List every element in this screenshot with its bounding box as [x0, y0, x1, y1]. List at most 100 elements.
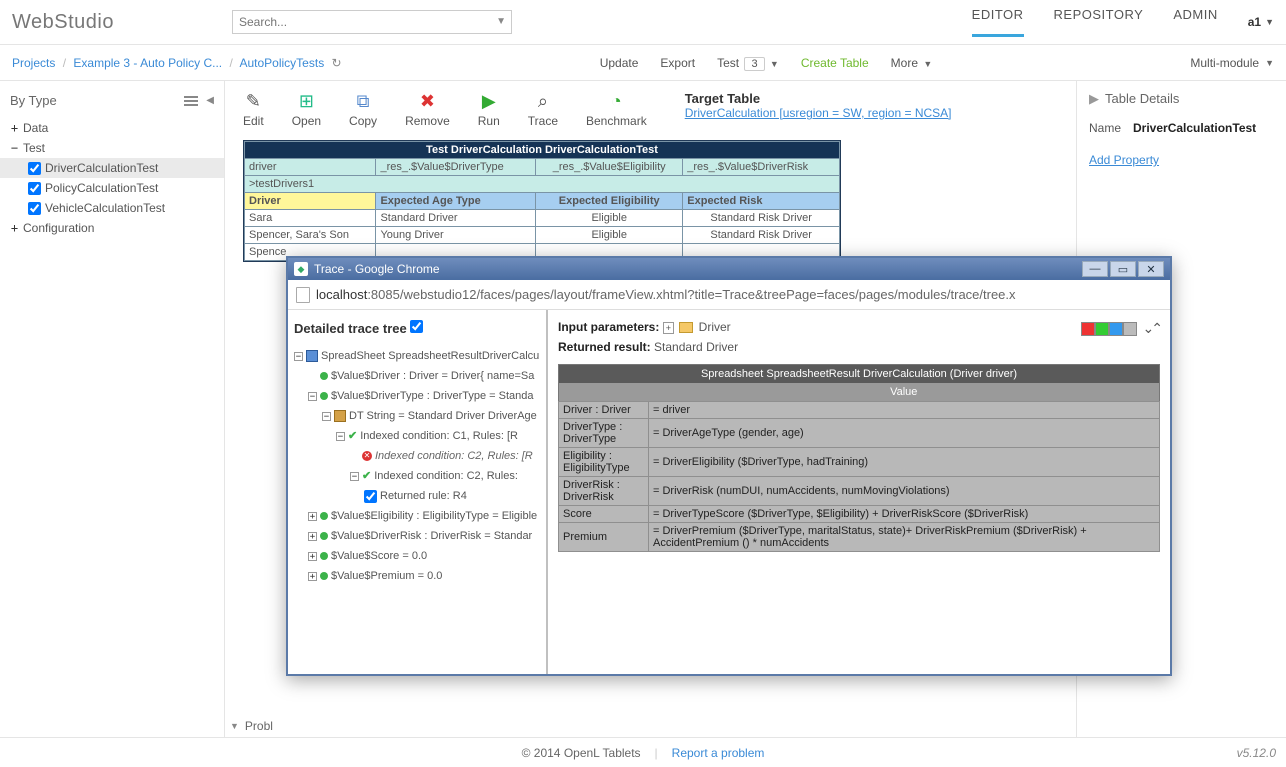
btn-label: Open — [292, 114, 321, 128]
tree-node[interactable]: Returned rule: R4 — [380, 486, 467, 506]
test-checkbox[interactable] — [28, 182, 41, 195]
btn-benchmark[interactable]: ◔Benchmark — [586, 91, 647, 128]
nav-repository[interactable]: REPOSITORY — [1054, 7, 1144, 37]
action-test[interactable]: Test 3 ▼ — [717, 56, 779, 70]
tree-label: Configuration — [23, 221, 94, 235]
btn-run[interactable]: ▶Run — [478, 91, 500, 128]
collapse-icon[interactable]: ◀ — [206, 95, 214, 106]
tree-test[interactable]: −Test — [0, 138, 224, 158]
color-gray[interactable] — [1123, 322, 1137, 336]
ss-cell: _res_.$Value$Eligibility — [536, 159, 683, 176]
crumb-sep: / — [229, 56, 232, 70]
tree-node[interactable]: Indexed condition: C2, Rules: — [374, 466, 518, 486]
minimize-button[interactable]: — — [1082, 261, 1108, 277]
target-table-label: Target Table — [685, 91, 952, 106]
collapse-icon[interactable]: ▶ — [1089, 91, 1099, 106]
tree-test-item[interactable]: VehicleCalculationTest — [0, 198, 224, 218]
tree-node[interactable]: $Value$Premium = 0.0 — [331, 566, 442, 586]
dot-green-icon — [320, 552, 328, 560]
btn-label: Edit — [243, 114, 264, 128]
ss-cell: Eligible — [536, 227, 683, 244]
detailed-checkbox[interactable] — [410, 320, 423, 333]
crumb-sep: / — [63, 56, 66, 70]
caret-down-icon: ▼ — [1265, 17, 1274, 27]
caret-down-icon: ▼ — [1265, 58, 1274, 68]
result-cell: = DriverPremium ($DriverType, maritalSta… — [649, 523, 1160, 552]
tree-node[interactable]: $Value$DriverType : DriverType = Standa — [331, 386, 533, 406]
color-blue[interactable] — [1109, 322, 1123, 336]
tree-node[interactable]: $Value$Driver : Driver = Driver{ name=Sa — [331, 366, 534, 386]
crumb-item[interactable]: AutoPolicyTests — [239, 56, 324, 70]
action-update[interactable]: Update — [600, 56, 639, 70]
expand-collapse-icons[interactable]: ⌄⌃ — [1143, 320, 1160, 337]
tree-node[interactable]: $Value$Eligibility : EligibilityType = E… — [331, 506, 537, 526]
error-icon: ✕ — [362, 451, 372, 461]
ss-cell: Standard Risk Driver — [683, 210, 840, 227]
btn-remove[interactable]: ✖ Remove — [405, 91, 450, 128]
footer-report-link[interactable]: Report a problem — [672, 746, 765, 760]
result-cell: Driver : Driver — [559, 402, 649, 419]
action-export[interactable]: Export — [660, 56, 695, 70]
popup-title: Trace - Google Chrome — [314, 262, 440, 276]
tree-config[interactable]: +Configuration — [0, 218, 224, 238]
caret-down-icon: ▼ — [770, 59, 779, 69]
nav-editor[interactable]: EDITOR — [972, 7, 1024, 37]
tree-node[interactable]: $Value$DriverRisk : DriverRisk = Standar — [331, 526, 532, 546]
test-count: 3 — [744, 57, 764, 71]
add-property-link[interactable]: Add Property — [1089, 153, 1159, 167]
problems-panel[interactable]: ▼ Probl — [230, 719, 273, 733]
multimodule-menu[interactable]: Multi-module ▼ — [1190, 56, 1274, 70]
tree-test-item[interactable]: PolicyCalculationTest — [0, 178, 224, 198]
ss-cell: Young Driver — [376, 227, 536, 244]
ss-cell: _res_.$Value$DriverType — [376, 159, 536, 176]
btn-label: Remove — [405, 114, 450, 128]
test-checkbox[interactable] — [28, 202, 41, 215]
remove-icon: ✖ — [417, 91, 437, 111]
tree-node[interactable]: Indexed condition: C1, Rules: [R — [360, 426, 518, 446]
ss-cell: >testDrivers1 — [245, 176, 840, 193]
result-title: Spreadsheet SpreadsheetResult DriverCalc… — [559, 365, 1160, 384]
crumb-project[interactable]: Example 3 - Auto Policy C... — [73, 56, 222, 70]
action-create-table[interactable]: Create Table — [801, 56, 869, 70]
rule-checkbox[interactable] — [364, 490, 377, 503]
btn-copy[interactable]: ⧉Copy — [349, 91, 377, 128]
nav-admin[interactable]: ADMIN — [1173, 7, 1217, 37]
tree-test-item[interactable]: DriverCalculationTest — [0, 158, 224, 178]
btn-trace[interactable]: ⌕Trace — [528, 91, 558, 128]
run-icon: ▶ — [479, 91, 499, 111]
btn-label: Trace — [528, 114, 558, 128]
tree-label: Data — [23, 121, 48, 135]
maximize-button[interactable]: ▭ — [1110, 261, 1136, 277]
user-menu[interactable]: a1 ▼ — [1248, 15, 1274, 29]
chrome-icon: ◆ — [294, 262, 308, 276]
btn-open[interactable]: ⊞Open — [292, 91, 321, 128]
tree-node[interactable]: Indexed condition: C2, Rules: [R — [375, 446, 533, 466]
ss-cell: Spencer, Sara's Son — [245, 227, 376, 244]
search-input[interactable] — [232, 10, 512, 34]
close-button[interactable]: ✕ — [1138, 261, 1164, 277]
action-more[interactable]: More ▼ — [891, 56, 933, 70]
ss-header: Driver — [245, 193, 376, 210]
app-title: WebStudio — [12, 11, 232, 34]
color-red[interactable] — [1081, 322, 1095, 336]
color-palette[interactable]: ⌄⌃ — [1081, 320, 1160, 337]
url-bar[interactable]: localhost:8085/webstudio12/faces/pages/l… — [288, 280, 1170, 310]
test-checkbox[interactable] — [28, 162, 41, 175]
footer-copyright: © 2014 OpenL Tablets — [522, 746, 641, 760]
tree-node[interactable]: SpreadSheet SpreadsheetResultDriverCalcu — [321, 346, 539, 366]
color-green[interactable] — [1095, 322, 1109, 336]
target-table-link[interactable]: DriverCalculation [usregion = SW, region… — [685, 106, 952, 120]
search-dropdown-icon[interactable]: ▼ — [496, 16, 506, 27]
ss-header: Expected Eligibility — [536, 193, 683, 210]
expand-icon[interactable]: + — [663, 322, 674, 334]
refresh-icon[interactable]: ↻ — [332, 56, 342, 70]
btn-edit[interactable]: ✎Edit — [243, 91, 264, 128]
tree-node[interactable]: DT String = Standard Driver DriverAge — [349, 406, 537, 426]
spreadsheet-table[interactable]: Test DriverCalculation DriverCalculation… — [243, 140, 841, 262]
menu-icon[interactable] — [184, 96, 198, 106]
tree-node[interactable]: $Value$Score = 0.0 — [331, 546, 427, 566]
crumb-projects[interactable]: Projects — [12, 56, 55, 70]
result-cell: = DriverEligibility ($DriverType, hadTra… — [649, 448, 1160, 477]
dot-green-icon — [320, 392, 328, 400]
tree-data[interactable]: +Data — [0, 118, 224, 138]
